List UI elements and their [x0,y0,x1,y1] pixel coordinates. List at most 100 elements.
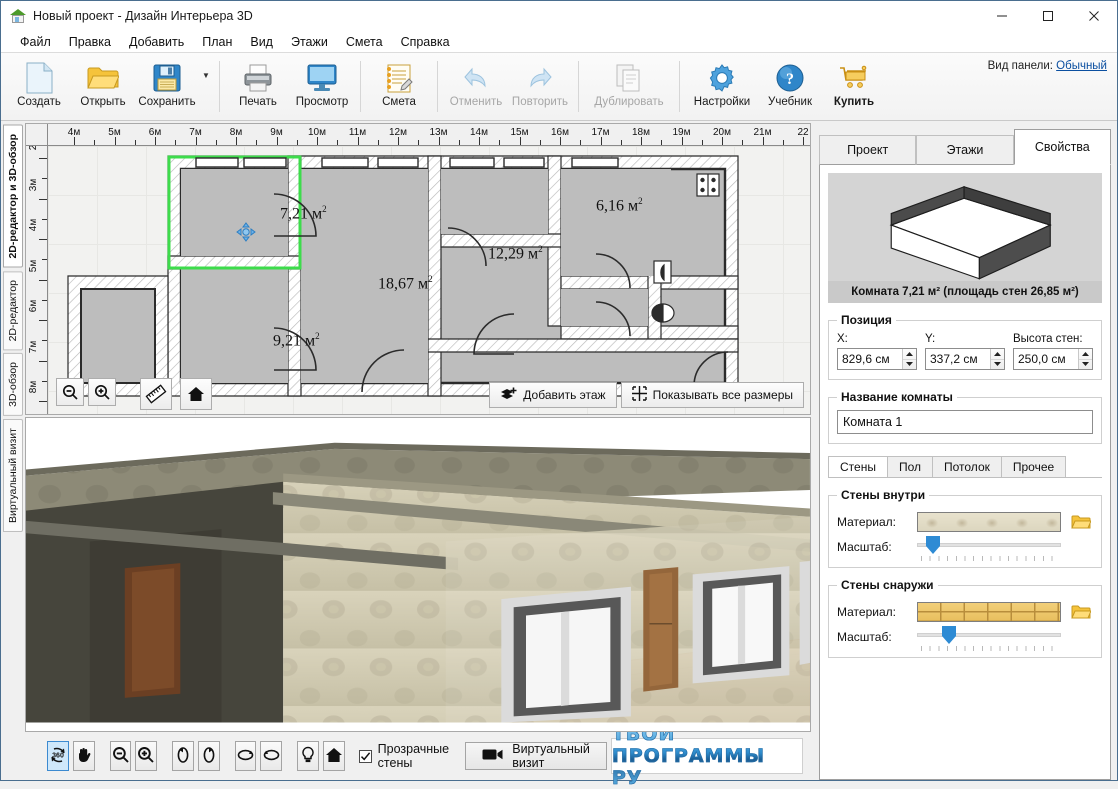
show-all-dimensions-button[interactable]: Показывать все размеры [621,382,804,408]
toolbar-button-buy[interactable]: Купить [822,53,886,120]
panel-tab-project[interactable]: Проект [819,135,916,165]
wall-height-spinner[interactable] [1013,348,1093,370]
view-3d-toolbar: 360 [25,732,813,780]
mode-tab-2d-and-3d[interactable]: 2D-редактор и 3D-обзор [3,125,23,268]
outer-walls-browse-button[interactable] [1069,602,1093,622]
inner-walls-scale-slider[interactable] [917,536,1061,558]
plan-2d-panel: 4м5м6м7м8м9м10м11м12м13м14м15м16м17м18м1… [25,123,811,415]
surface-tab-ceiling[interactable]: Потолок [932,456,1002,478]
ruler-tick-minor [337,140,338,145]
wall-height-spinner-arrows[interactable] [1078,349,1092,369]
rotate-left-button[interactable] [172,741,194,771]
minimize-button[interactable] [979,1,1025,31]
surface-tab-floor[interactable]: Пол [887,456,933,478]
plan-zoom-out-button[interactable] [56,378,84,406]
toolbar-label-estimate: Смета [382,96,416,108]
mode-tab-2d[interactable]: 2D-редактор [3,271,23,350]
virtual-visit-button[interactable]: Виртуальный визит [465,742,607,770]
transparent-walls-checkbox[interactable]: Прозрачные стены [359,742,450,770]
toolbar-button-open[interactable]: Открыть [71,53,135,120]
plan-ruler-button[interactable] [140,378,172,410]
x-spinner[interactable] [837,348,917,370]
toolbar-button-print[interactable]: Печать [226,53,290,120]
slider-thumb[interactable] [926,536,940,554]
toolbar-button-settings[interactable]: Настройки [686,53,758,120]
plan-home-button[interactable] [180,378,212,410]
mode-tab-3d[interactable]: 3D-обзор [3,353,23,416]
menu-item-edit[interactable]: Правка [60,33,120,51]
ruler-tick [277,137,278,145]
room-area-label: 9,21 м2 [273,331,320,350]
inner-walls-browse-button[interactable] [1069,512,1093,532]
panel-tab-floors[interactable]: Этажи [916,135,1013,165]
monitor-preview-icon [306,61,338,95]
wall-height-spinner-down-icon[interactable] [1079,360,1092,370]
y-spinner-down-icon[interactable] [991,360,1004,370]
view-zoom-in-button[interactable] [135,741,157,771]
pan-button[interactable] [73,741,95,771]
wall-height-spinner-up-icon[interactable] [1079,349,1092,360]
menu-item-file[interactable]: Файл [11,33,60,51]
room-area-label: 6,16 м2 [596,196,643,215]
move-handle-icon[interactable] [236,222,256,245]
panel-tab-properties[interactable]: Свойства [1014,129,1111,165]
toolbar-label-undo: Отменить [450,96,503,108]
panel-view-value-link[interactable]: Обычный [1056,60,1107,72]
ruler-label: 19м [673,127,691,138]
title-bar: Новый проект - Дизайн Интерьера 3D [1,1,1117,31]
plan-zoom-in-button[interactable] [88,378,116,406]
room-name-input[interactable] [837,410,1093,434]
menu-item-view[interactable]: Вид [241,33,282,51]
y-spinner-up-icon[interactable] [991,349,1004,360]
ruler-label: 16м [551,127,569,138]
save-dropdown-caret-icon[interactable]: ▼ [199,53,213,120]
outer-walls-material-swatch[interactable] [917,602,1061,622]
x-spinner-arrows[interactable] [902,349,916,369]
mode-tab-virtual-visit[interactable]: Виртуальный визит [3,419,23,532]
y-spinner[interactable] [925,348,1005,370]
y-input[interactable] [926,349,990,369]
toolbar-button-new[interactable]: Создать [7,53,71,120]
tilt-up-button[interactable] [235,741,257,771]
menu-item-plan[interactable]: План [193,33,241,51]
ruler-tick [39,239,47,240]
close-button[interactable] [1071,1,1117,31]
toolbar-button-tutorial[interactable]: ? Учебник [758,53,822,120]
floor-plan-canvas[interactable]: 7,21 м2 9,21 м2 18,67 м2 12,29 м2 6,16 м… [48,146,810,414]
view-3d-panel[interactable] [25,417,811,732]
menu-item-add[interactable]: Добавить [120,33,193,51]
wall-height-input[interactable] [1014,349,1078,369]
toolbar-button-redo[interactable]: Повторить [508,53,572,120]
y-spinner-arrows[interactable] [990,349,1004,369]
add-floor-button[interactable]: Добавить этаж [489,382,616,408]
outer-walls-scale-slider[interactable] [917,626,1061,648]
maximize-button[interactable] [1025,1,1071,31]
surface-tab-walls[interactable]: Стены [828,456,888,478]
ruler-tick-minor [42,340,47,341]
slider-thumb[interactable] [942,626,956,644]
surface-tab-other[interactable]: Прочее [1001,456,1066,478]
toolbar-button-save[interactable]: Сохранить [135,53,199,120]
menu-item-help[interactable]: Справка [392,33,459,51]
rotate-right-button[interactable] [198,741,220,771]
field-wall-height: Высота стен: [1013,333,1093,370]
tilt-down-button[interactable] [260,741,282,771]
view-home-button[interactable] [323,741,345,771]
toolbar-button-duplicate[interactable]: Дублировать [585,53,673,120]
menu-item-floors[interactable]: Этажи [282,33,337,51]
ruler-tick [39,320,47,321]
inner-walls-material-swatch[interactable] [917,512,1061,532]
x-spinner-down-icon[interactable] [903,360,916,370]
orbit-360-button[interactable]: 360 [47,741,69,771]
view-zoom-out-button[interactable] [110,741,132,771]
toolbar-label-tutorial: Учебник [768,96,812,108]
x-input[interactable] [838,349,902,369]
outer-walls-scale-row: Масштаб: [837,626,1093,648]
toolbar-button-preview[interactable]: Просмотр [290,53,354,120]
ruler-tick [74,137,75,145]
toolbar-button-estimate[interactable]: Смета [367,53,431,120]
menu-item-estimate[interactable]: Смета [337,33,392,51]
toolbar-button-undo[interactable]: Отменить [444,53,508,120]
lighting-button[interactable] [297,741,319,771]
x-spinner-up-icon[interactable] [903,349,916,360]
